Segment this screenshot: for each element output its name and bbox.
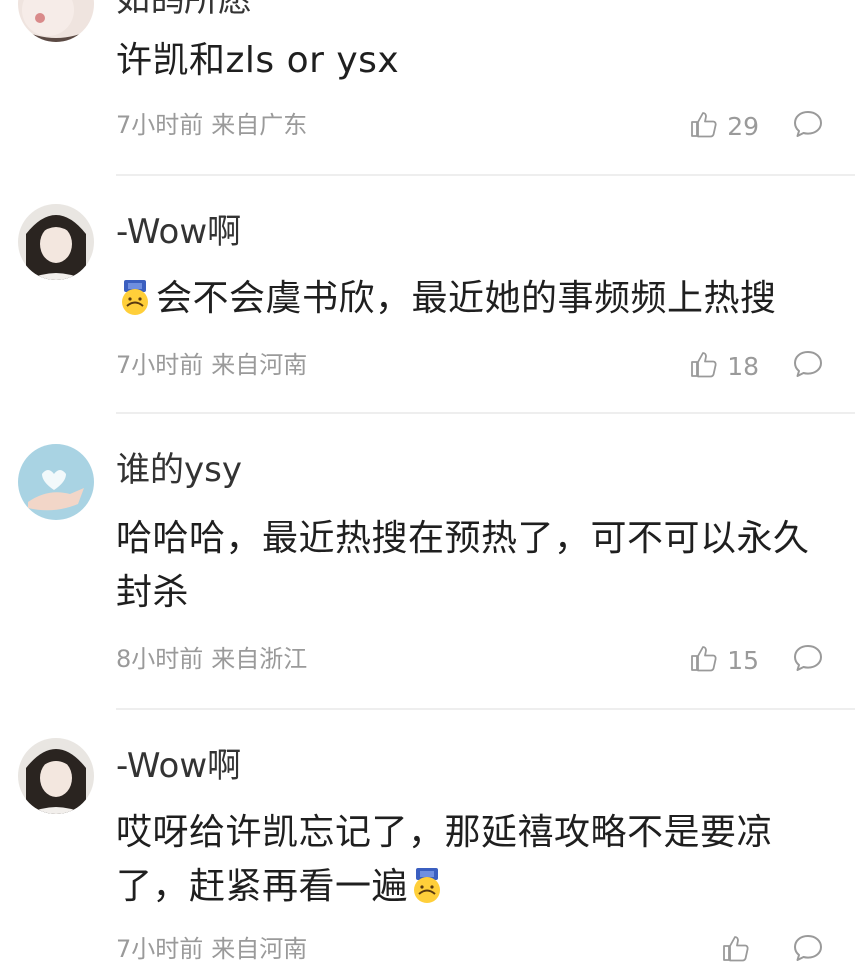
username[interactable]: -Wow啊	[116, 212, 241, 252]
comment-text-body: 会不会虞书欣，最近她的事频频上热搜	[156, 278, 777, 319]
avatar[interactable]	[18, 0, 94, 42]
comment-text-body: 许凯和zls or ysx	[116, 40, 400, 81]
comment-time: 8小时前	[116, 645, 204, 673]
username[interactable]: 如鸽所愿	[116, 0, 252, 20]
like-count: 15	[727, 645, 759, 675]
avatar[interactable]	[18, 204, 94, 280]
comment-text: 哈哈哈，最近热搜在预热了，可不可以永久封杀	[116, 512, 826, 620]
comment-text: 许凯和zls or ysx	[116, 34, 826, 88]
username[interactable]: 谁的ysy	[116, 450, 242, 490]
avatar[interactable]	[18, 444, 94, 520]
speech-bubble-icon	[794, 111, 822, 137]
reply-button[interactable]	[792, 642, 824, 674]
divider	[116, 174, 855, 176]
like-button[interactable]: 18	[689, 350, 759, 382]
thumbs-up-icon	[721, 933, 751, 967]
thumbs-up-icon	[689, 349, 719, 383]
avatar[interactable]	[18, 738, 94, 814]
like-count: 29	[727, 111, 759, 141]
divider	[116, 412, 855, 414]
comment-text-body: 哈哈哈，最近热搜在预热了，可不可以永久封杀	[116, 518, 810, 613]
comment-feed: 如鸽所愿 许凯和zls or ysx 7小时前 来自广东 29 -Wow啊 会不…	[0, 0, 855, 963]
comment-time: 7小时前	[116, 111, 204, 139]
comment-meta: 7小时前 来自河南	[116, 350, 307, 380]
comment-time: 7小时前	[116, 935, 204, 963]
username[interactable]: -Wow啊	[116, 746, 241, 786]
comment-text: 会不会虞书欣，最近她的事频频上热搜	[116, 272, 826, 326]
comment-meta: 7小时前 来自河南	[116, 934, 307, 964]
reply-button[interactable]	[792, 932, 824, 964]
comment-location: 来自广东	[211, 111, 308, 139]
speech-bubble-icon	[794, 645, 822, 671]
speech-bubble-icon	[794, 935, 822, 961]
reply-button[interactable]	[792, 348, 824, 380]
comment-meta: 7小时前 来自广东	[116, 110, 307, 140]
comment-meta: 8小时前 来自浙江	[116, 644, 307, 674]
divider	[116, 708, 855, 710]
like-button[interactable]: 15	[689, 644, 759, 676]
like-button[interactable]: 29	[689, 110, 759, 142]
thumbs-up-icon	[689, 643, 719, 677]
comment-location: 来自河南	[211, 935, 308, 963]
comment-location: 来自河南	[211, 351, 308, 379]
upside-down-face-emoji	[116, 278, 154, 316]
comment-text: 哎呀给许凯忘记了，那延禧攻略不是要凉了，赶紧再看一遍	[116, 806, 826, 914]
like-count: 18	[727, 351, 759, 381]
upside-down-face-emoji	[408, 866, 446, 904]
like-button[interactable]	[721, 934, 759, 966]
thumbs-up-icon	[689, 109, 719, 143]
speech-bubble-icon	[794, 351, 822, 377]
comment-location: 来自浙江	[211, 645, 308, 673]
reply-button[interactable]	[792, 108, 824, 140]
comment-time: 7小时前	[116, 351, 204, 379]
